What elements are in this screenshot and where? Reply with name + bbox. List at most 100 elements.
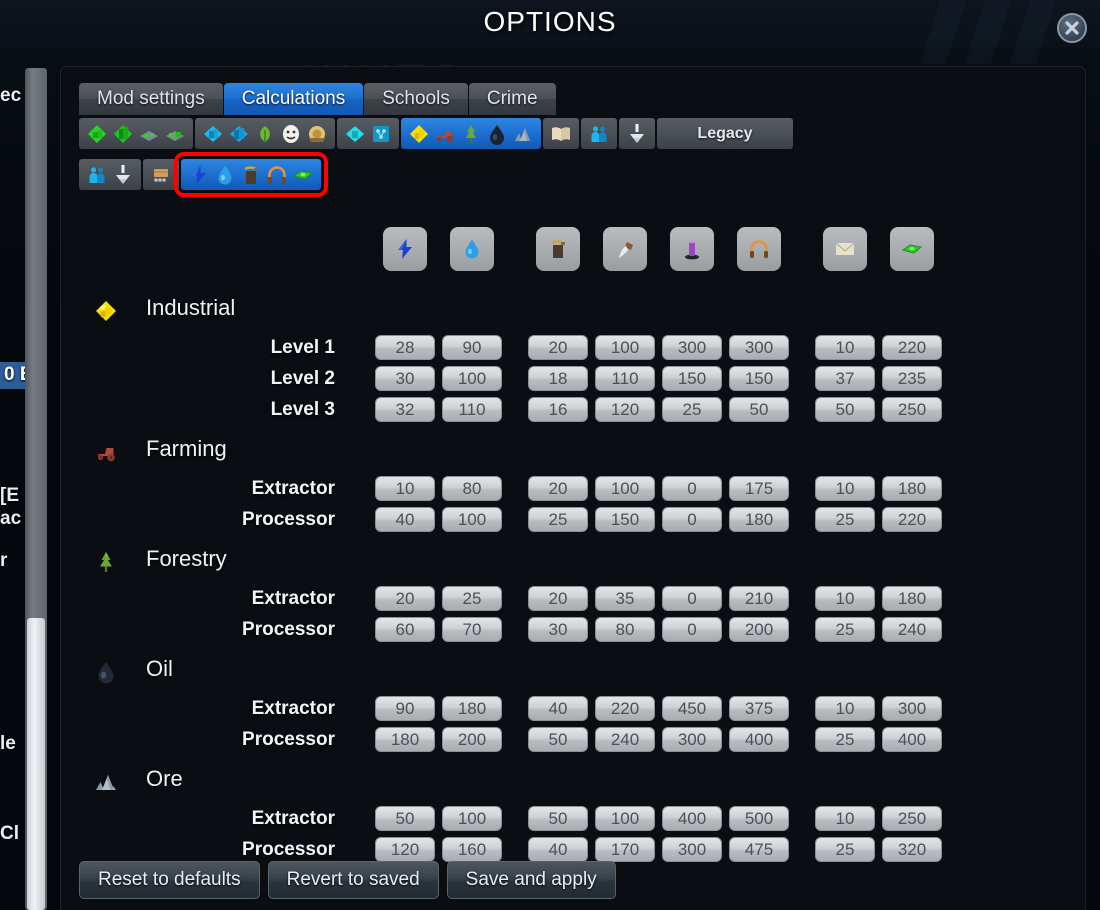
column-header-electricity[interactable] [383,227,427,271]
column-header-water[interactable] [450,227,494,271]
value-field-money[interactable]: 235 [882,366,942,391]
column-header-noise[interactable] [737,227,781,271]
value-field-pollution[interactable]: 300 [662,837,722,862]
value-field-garbage[interactable]: 20 [528,335,588,360]
legacy-group[interactable]: Legacy [657,118,793,149]
value-field-garbage[interactable]: 25 [528,507,588,532]
value-field-mail[interactable]: 10 [815,476,875,501]
column-header-pollution[interactable] [670,227,714,271]
value-field-electricity[interactable]: 60 [375,617,435,642]
value-field-noise[interactable]: 375 [729,696,789,721]
value-field-mail[interactable]: 25 [815,617,875,642]
close-icon[interactable] [1057,13,1087,43]
value-field-water[interactable]: 100 [442,806,502,831]
value-field-sewage[interactable]: 80 [595,617,655,642]
value-field-garbage[interactable]: 50 [528,727,588,752]
value-field-mail[interactable]: 25 [815,507,875,532]
value-field-water[interactable]: 200 [442,727,502,752]
value-field-noise[interactable]: 500 [729,806,789,831]
value-field-garbage[interactable]: 50 [528,806,588,831]
value-field-sewage[interactable]: 150 [595,507,655,532]
value-field-pollution[interactable]: 0 [662,586,722,611]
value-field-noise[interactable]: 400 [729,727,789,752]
value-field-noise[interactable]: 210 [729,586,789,611]
value-field-pollution[interactable]: 0 [662,507,722,532]
value-field-sewage[interactable]: 220 [595,696,655,721]
value-field-pollution[interactable]: 300 [662,335,722,360]
value-field-electricity[interactable]: 32 [375,397,435,422]
goods-group[interactable] [143,159,179,190]
tab-crime[interactable]: Crime [468,83,556,115]
value-field-money[interactable]: 220 [882,507,942,532]
value-field-money[interactable]: 180 [882,586,942,611]
value-field-pollution[interactable]: 0 [662,476,722,501]
column-header-sewage[interactable] [603,227,647,271]
value-field-pollution[interactable]: 300 [662,727,722,752]
column-header-mail[interactable] [823,227,867,271]
value-field-sewage[interactable]: 240 [595,727,655,752]
utilities-group[interactable] [174,152,328,197]
value-field-water[interactable]: 180 [442,696,502,721]
value-field-pollution[interactable]: 150 [662,366,722,391]
value-field-water[interactable]: 90 [442,335,502,360]
value-field-money[interactable]: 320 [882,837,942,862]
value-field-electricity[interactable]: 180 [375,727,435,752]
value-field-mail[interactable]: 25 [815,837,875,862]
value-field-money[interactable]: 250 [882,397,942,422]
value-field-noise[interactable]: 200 [729,617,789,642]
value-field-sewage[interactable]: 120 [595,397,655,422]
column-header-garbage[interactable] [536,227,580,271]
value-field-noise[interactable]: 175 [729,476,789,501]
citizens-group[interactable] [581,118,617,149]
tab-calculations[interactable]: Calculations [223,83,364,115]
citizens-group-2[interactable] [79,159,141,190]
value-field-mail[interactable]: 25 [815,727,875,752]
value-field-electricity[interactable]: 40 [375,507,435,532]
value-field-sewage[interactable]: 170 [595,837,655,862]
value-field-water[interactable]: 160 [442,837,502,862]
column-header-money[interactable] [890,227,934,271]
value-field-electricity[interactable]: 10 [375,476,435,501]
revert-to-saved-button[interactable]: Revert to saved [267,861,439,899]
value-field-water[interactable]: 100 [442,507,502,532]
save-and-apply-button[interactable]: Save and apply [446,861,616,899]
value-field-mail[interactable]: 10 [815,806,875,831]
value-field-sewage[interactable]: 100 [595,806,655,831]
value-field-electricity[interactable]: 50 [375,806,435,831]
value-field-noise[interactable]: 300 [729,335,789,360]
value-field-mail[interactable]: 37 [815,366,875,391]
value-field-water[interactable]: 100 [442,366,502,391]
value-field-money[interactable]: 180 [882,476,942,501]
value-field-garbage[interactable]: 16 [528,397,588,422]
tab-mod-settings[interactable]: Mod settings [79,83,223,115]
value-field-garbage[interactable]: 30 [528,617,588,642]
education-group[interactable] [543,118,579,149]
value-field-electricity[interactable]: 20 [375,586,435,611]
value-field-electricity[interactable]: 30 [375,366,435,391]
reset-to-defaults-button[interactable]: Reset to defaults [79,861,260,899]
value-field-electricity[interactable]: 28 [375,335,435,360]
value-field-pollution[interactable]: 25 [662,397,722,422]
value-field-water[interactable]: 25 [442,586,502,611]
value-field-noise[interactable]: 180 [729,507,789,532]
value-field-water[interactable]: 110 [442,397,502,422]
residential-group[interactable] [79,118,193,149]
water-group[interactable] [619,118,655,149]
value-field-sewage[interactable]: 100 [595,476,655,501]
value-field-mail[interactable]: 10 [815,335,875,360]
value-field-sewage[interactable]: 35 [595,586,655,611]
tab-schools[interactable]: Schools [364,83,468,115]
value-field-money[interactable]: 220 [882,335,942,360]
value-field-sewage[interactable]: 100 [595,335,655,360]
value-field-garbage[interactable]: 20 [528,476,588,501]
value-field-noise[interactable]: 50 [729,397,789,422]
value-field-noise[interactable]: 150 [729,366,789,391]
value-field-electricity[interactable]: 120 [375,837,435,862]
industry-group[interactable] [401,118,541,149]
value-field-pollution[interactable]: 450 [662,696,722,721]
value-field-pollution[interactable]: 0 [662,617,722,642]
value-field-water[interactable]: 70 [442,617,502,642]
value-field-mail[interactable]: 10 [815,586,875,611]
background-scrollbar-thumb[interactable] [27,618,45,910]
value-field-money[interactable]: 400 [882,727,942,752]
